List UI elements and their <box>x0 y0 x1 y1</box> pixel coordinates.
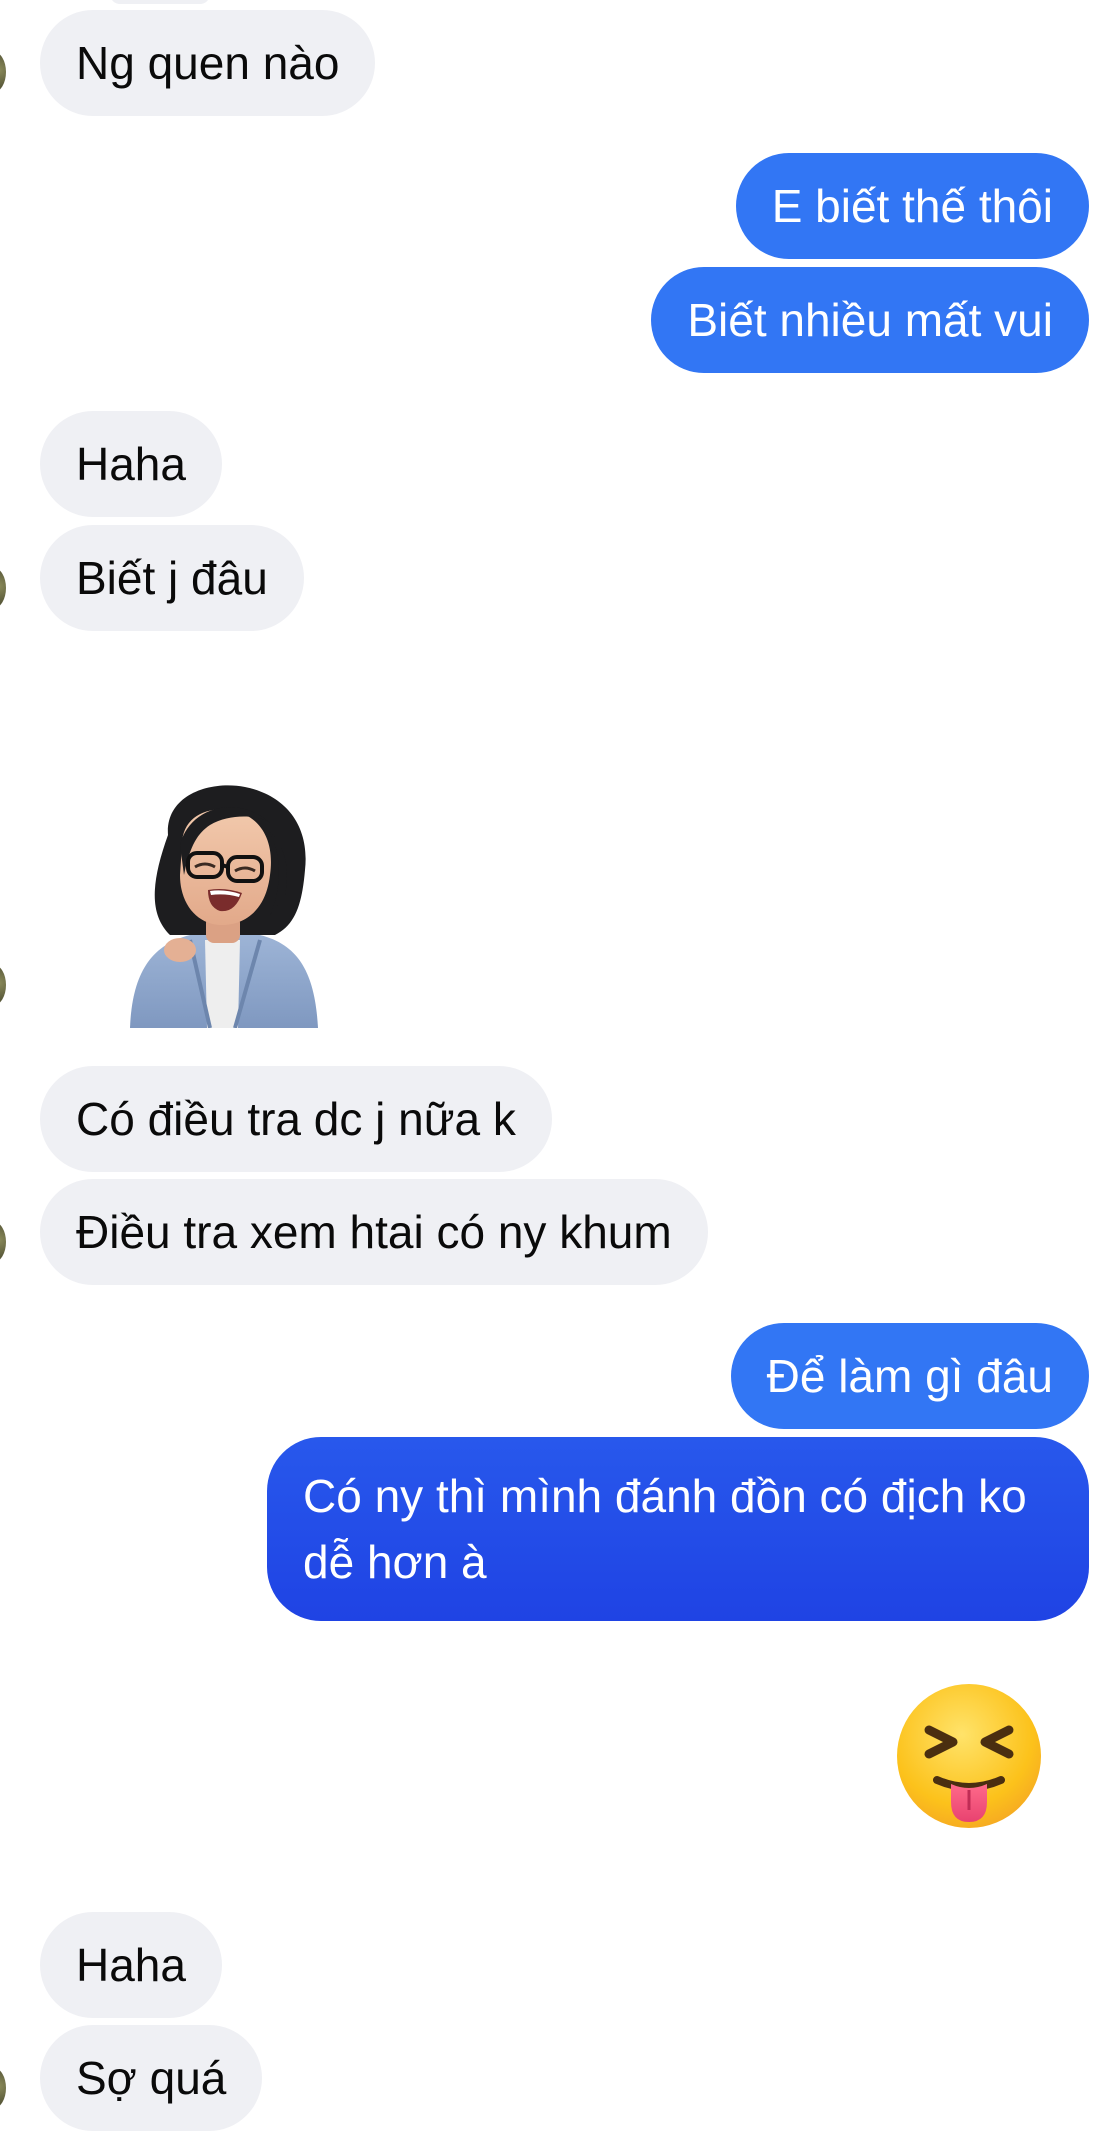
laughing-avatar-sticker-icon[interactable] <box>110 775 330 1028</box>
received-message[interactable]: Haha <box>40 411 222 517</box>
received-message[interactable]: Ng quen nào <box>40 10 376 116</box>
previous-message-edge <box>110 0 210 4</box>
squinting-face-with-tongue-icon[interactable] <box>893 1682 1045 1834</box>
received-message[interactable]: Biết j đâu <box>40 525 304 631</box>
sent-message[interactable]: Có ny thì mình đánh đồn có địch ko dễ hơ… <box>267 1437 1089 1621</box>
contact-avatar[interactable] <box>0 568 6 608</box>
contact-avatar[interactable] <box>0 1222 6 1262</box>
received-message[interactable]: Điều tra xem htai có ny khum <box>40 1179 708 1285</box>
contact-avatar[interactable] <box>0 52 6 92</box>
sent-message[interactable]: Biết nhiều mất vui <box>651 267 1089 373</box>
sent-message[interactable]: Để làm gì đâu <box>730 1323 1089 1429</box>
contact-avatar[interactable] <box>0 965 6 1005</box>
received-message[interactable]: Có điều tra dc j nữa k <box>40 1066 552 1172</box>
sent-message[interactable]: E biết thế thôi <box>735 153 1089 259</box>
received-message[interactable]: Sợ quá <box>40 2025 263 2131</box>
received-message[interactable]: Haha <box>40 1912 222 2018</box>
contact-avatar[interactable] <box>0 2068 6 2108</box>
